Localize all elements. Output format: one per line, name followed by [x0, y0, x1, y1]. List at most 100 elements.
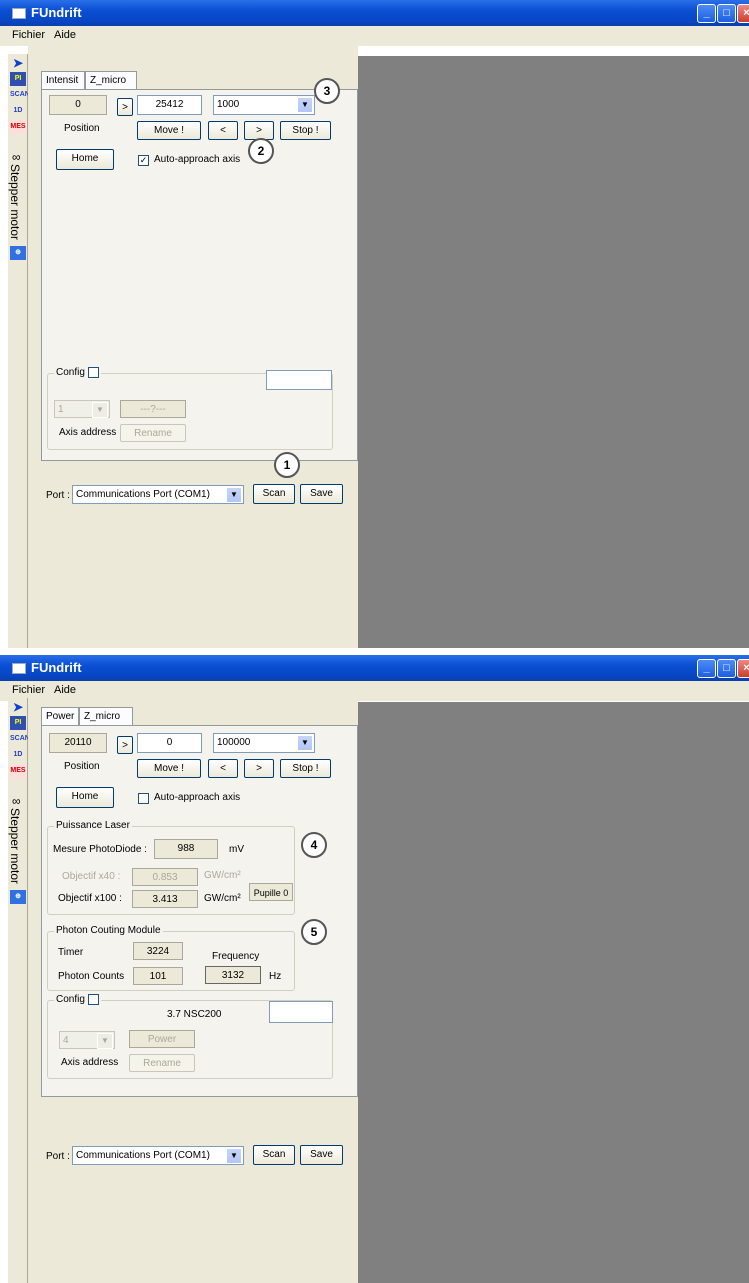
search-tool-icon[interactable]: ⊕ [10, 246, 26, 260]
stop-button[interactable]: Stop ! [280, 759, 331, 778]
menu-aide[interactable]: Aide [54, 684, 76, 696]
pointer-icon[interactable]: ➤ [10, 700, 26, 714]
photodiode-value: 988 [154, 839, 218, 859]
close-button[interactable]: × [737, 4, 749, 23]
chevron-down-icon[interactable]: ▼ [297, 735, 313, 751]
goto-arrow-button[interactable]: > [117, 98, 133, 116]
window-bottom: FUndrift _ □ × Fichier Aide ➤ PI SCAN 1D… [0, 655, 749, 1283]
chevron-down-icon[interactable]: ▼ [97, 1033, 113, 1049]
axis-select[interactable]: 1 ▼ [54, 400, 110, 418]
maximize-button[interactable]: □ [717, 659, 736, 678]
position-label: Position [64, 761, 100, 772]
port-select[interactable]: Communications Port (COM1) ▼ [72, 485, 244, 504]
step-select[interactable]: 100000 ▼ [213, 733, 315, 753]
photodiode-unit: mV [229, 844, 244, 855]
obj100-label: Objectif x100 : [58, 893, 122, 904]
auto-approach-checkbox[interactable] [138, 793, 149, 804]
photon-counts-value: 101 [133, 967, 183, 985]
marker-5: 5 [301, 919, 327, 945]
maximize-button[interactable]: □ [717, 4, 736, 23]
position-readout: 20110 [49, 733, 107, 753]
1d-tool-icon[interactable]: 1D [10, 104, 26, 118]
tab-z-micro[interactable]: Z_micro [79, 707, 133, 725]
target-input[interactable]: 25412 [137, 95, 202, 115]
link-icon: ∞ [12, 794, 21, 808]
control-panel: Intensit Z_micro 0 > 25412 1000 ▼ Positio… [28, 46, 358, 648]
config-checkbox[interactable] [87, 367, 99, 378]
tab-content: 0 > 25412 1000 ▼ Position Move ! < > Stop… [41, 78, 358, 461]
move-button[interactable]: Move ! [137, 121, 201, 140]
chevron-down-icon[interactable]: ▼ [226, 487, 242, 503]
scan-tool-icon[interactable]: SCAN [10, 732, 30, 746]
tab-z-micro[interactable]: Z_micro [85, 71, 137, 89]
pointer-icon[interactable]: ➤ [10, 56, 26, 70]
save-button[interactable]: Save [300, 484, 343, 504]
axis-select-value: 4 [63, 1035, 69, 1046]
config-group: Config 3.7 NSC200 4 ▼ Power Axis address … [47, 994, 333, 1079]
scan-button[interactable]: Scan [253, 484, 295, 504]
menu-bar: Fichier Aide [0, 681, 749, 701]
port-select[interactable]: Communications Port (COM1) ▼ [72, 1146, 244, 1165]
menu-fichier[interactable]: Fichier [12, 684, 45, 696]
config-value-input[interactable] [269, 1001, 333, 1023]
title-bar[interactable]: FUndrift _ □ × [0, 655, 749, 681]
chevron-down-icon[interactable]: ▼ [226, 1148, 242, 1164]
step-back-button[interactable]: < [208, 759, 238, 778]
scan-tool-icon[interactable]: SCAN [10, 88, 30, 102]
chevron-down-icon[interactable]: ▼ [297, 97, 313, 113]
pupille-display: Pupille 0 [249, 883, 293, 901]
laser-group: Puissance Laser Mesure PhotoDiode : 988 … [47, 820, 295, 915]
photon-counts-label: Photon Counts [58, 971, 125, 982]
mes-tool-icon[interactable]: MES [10, 120, 26, 134]
move-button[interactable]: Move ! [137, 759, 201, 778]
stepper-motor-label: Stepper motor [8, 164, 22, 241]
tool-sidebar: ➤ PI SCAN 1D MES ∞ Stepper motor ⊕ [8, 54, 30, 648]
menu-aide[interactable]: Aide [54, 29, 76, 41]
stop-button[interactable]: Stop ! [280, 121, 331, 140]
config-value-input[interactable] [266, 370, 332, 390]
step-select[interactable]: 1000 ▼ [213, 95, 315, 115]
display-area [358, 702, 749, 1283]
minimize-button[interactable]: _ [697, 659, 716, 678]
goto-arrow-button[interactable]: > [117, 736, 133, 754]
target-input[interactable]: 0 [137, 733, 202, 753]
chevron-down-icon[interactable]: ▼ [92, 402, 108, 418]
auto-approach-checkbox[interactable]: ✓ [138, 155, 149, 166]
timer-label: Timer [58, 947, 84, 958]
1d-tool-icon[interactable]: 1D [10, 748, 26, 762]
config-title: Config [54, 994, 101, 1006]
close-button[interactable]: × [737, 659, 749, 678]
step-forward-button[interactable]: > [244, 759, 274, 778]
step-back-button[interactable]: < [208, 121, 238, 140]
config-group: Config 1 ▼ ---?--- Axis address Rename [47, 367, 333, 450]
config-label: Config [56, 994, 85, 1006]
save-button[interactable]: Save [300, 1145, 343, 1165]
obj100-value: 3.413 [132, 890, 198, 908]
minimize-icon: _ [703, 7, 710, 19]
scan-button[interactable]: Scan [253, 1145, 295, 1165]
window-title: FUndrift [31, 5, 82, 20]
port-select-value: Communications Port (COM1) [76, 1150, 210, 1161]
menu-fichier[interactable]: Fichier [12, 29, 45, 41]
minimize-button[interactable]: _ [697, 4, 716, 23]
close-icon: × [743, 662, 749, 674]
axis-select[interactable]: 4 ▼ [59, 1031, 115, 1049]
marker-3: 3 [314, 78, 340, 104]
pi-tool-icon[interactable]: PI [10, 716, 26, 730]
rename-button[interactable]: Rename [129, 1054, 195, 1072]
home-button[interactable]: Home [56, 149, 114, 170]
search-tool-icon[interactable]: ⊕ [10, 890, 26, 904]
port-label: Port : [46, 490, 70, 501]
maximize-icon: □ [723, 662, 730, 674]
laser-group-title: Puissance Laser [54, 820, 132, 831]
config-checkbox[interactable] [87, 994, 99, 1005]
step-select-value: 1000 [217, 99, 240, 110]
title-bar[interactable]: FUndrift _ □ × [0, 0, 749, 26]
home-button[interactable]: Home [56, 787, 114, 808]
pi-tool-icon[interactable]: PI [10, 72, 26, 86]
marker-4: 4 [301, 832, 327, 858]
mes-tool-icon[interactable]: MES [10, 764, 26, 778]
tab-intensit[interactable]: Intensit [41, 71, 85, 89]
rename-button[interactable]: Rename [120, 424, 186, 442]
tab-power[interactable]: Power [41, 707, 79, 725]
